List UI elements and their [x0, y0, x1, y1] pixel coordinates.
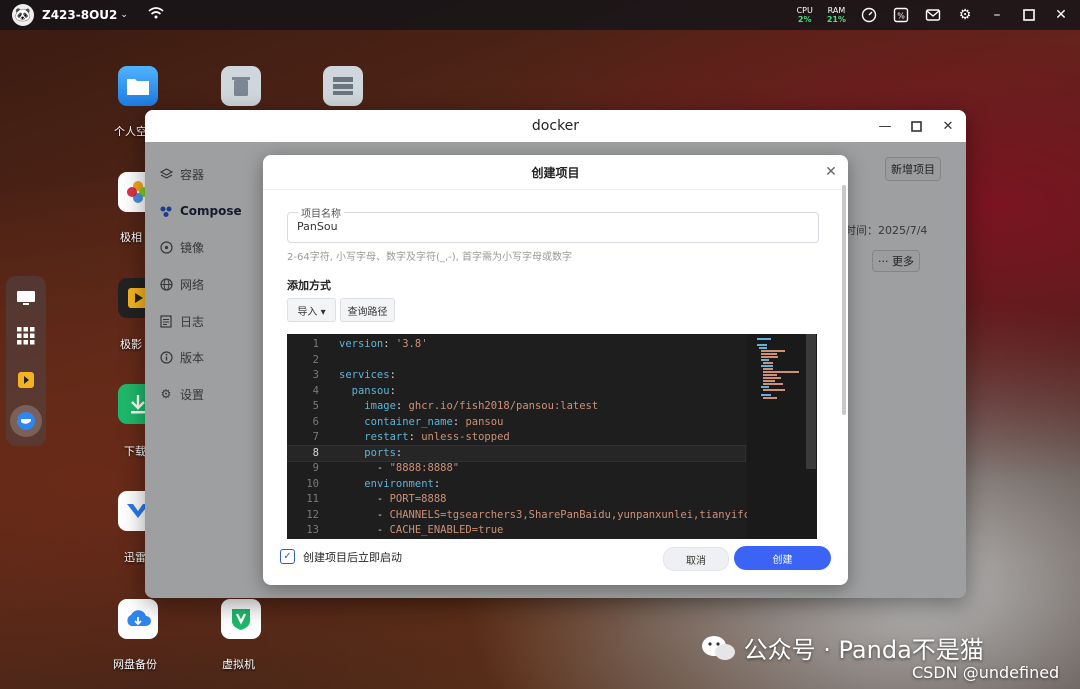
mail-icon[interactable] — [924, 6, 942, 24]
dashboard-icon[interactable] — [860, 6, 878, 24]
close-icon[interactable]: ✕ — [1052, 6, 1070, 24]
editor-line[interactable]: 1 version: '3.8' — [287, 337, 745, 353]
editor-line[interactable]: 4 pansou: — [287, 384, 745, 400]
cloud-backup-icon[interactable] — [118, 599, 158, 639]
code-text: - PORT=8888 — [339, 493, 447, 505]
docker-app-icon[interactable] — [10, 405, 42, 437]
editor-line[interactable]: 3 services: — [287, 368, 745, 384]
line-number: 4 — [312, 384, 319, 397]
folder-icon[interactable] — [118, 66, 158, 106]
code-text: - "8888:8888" — [339, 462, 460, 474]
add-method-label: 添加方式 — [287, 279, 331, 292]
csdn-watermark: CSDN @undefined — [912, 663, 1060, 682]
editor-line[interactable]: 5 image: ghcr.io/fish2018/pansou:latest — [287, 399, 745, 415]
editor-scrollbar[interactable] — [806, 334, 816, 469]
window-minimize-icon[interactable]: — — [873, 110, 897, 142]
line-number: 7 — [312, 431, 319, 443]
editor-line[interactable]: 6 container_name: pansou — [287, 415, 745, 431]
cpu-meter[interactable]: CPU 2% — [797, 6, 813, 24]
desktop-label: 极影 — [120, 338, 142, 351]
project-name-label: 项目名称 — [298, 205, 344, 220]
ram-meter[interactable]: RAM 21% — [827, 6, 846, 24]
project-name-input[interactable] — [295, 219, 809, 234]
editor-line[interactable]: 11 - PORT=8888 — [287, 492, 745, 508]
line-number: 11 — [306, 493, 319, 505]
code-text: container_name: pansou — [364, 415, 504, 428]
ram-label: RAM — [827, 6, 846, 15]
project-name-hint: 2-64字符, 小写字母、数字及字符(_,-), 首字需为小写字母或数字 — [287, 252, 572, 263]
dialog-title: 创建项目 — [263, 155, 848, 190]
wechat-watermark-text: 公众号 · Panda不是猫 — [743, 636, 984, 664]
desktop-label: 下载 — [124, 445, 146, 458]
editor-line[interactable]: 12 - CHANNELS=tgsearchers3,SharePanBaidu… — [287, 508, 750, 524]
code-text: image: ghcr.io/fish2018/pansou:latest — [364, 400, 599, 412]
line-number: 8 — [312, 446, 319, 459]
editor-line[interactable]: 7 restart: unless-stopped — [287, 430, 745, 446]
chevron-down-icon[interactable]: ⌄ — [120, 10, 128, 20]
window-maximize-icon[interactable] — [904, 110, 928, 142]
gear-icon[interactable]: ⚙ — [956, 6, 974, 24]
code-text: pansou: — [351, 384, 396, 397]
vm-icon[interactable] — [221, 599, 261, 639]
minimize-icon[interactable]: – — [988, 6, 1006, 24]
wechat-icon — [700, 634, 736, 668]
create-button[interactable]: 创建 — [734, 546, 831, 570]
line-number: 9 — [312, 462, 319, 474]
editor-line[interactable]: 13 - CACHE_ENABLED=true — [287, 523, 745, 539]
dock — [6, 276, 46, 446]
line-number: 3 — [312, 369, 319, 381]
code-text: ports: — [364, 446, 403, 459]
start-after-create-checkbox[interactable]: ✓ — [280, 549, 295, 564]
compose-code-editor[interactable]: 13 - CACHE_ENABLED=true 12 - CHANNELS=tgs… — [287, 334, 817, 539]
monitor-icon[interactable] — [14, 286, 38, 310]
editor-line[interactable]: 2 — [287, 353, 745, 369]
storage-icon[interactable] — [323, 66, 363, 106]
cancel-button[interactable]: 取消 — [663, 547, 729, 571]
desktop-label: 极相 — [120, 231, 142, 244]
editor-line[interactable]: 9 - "8888:8888" — [287, 461, 745, 477]
import-dropdown-button[interactable]: 导入 ▾ — [287, 298, 336, 322]
code-text: version: '3.8' — [339, 338, 428, 350]
system-logo-icon[interactable]: 🐼 — [12, 4, 34, 26]
line-number: 10 — [306, 477, 319, 490]
code-text: services: — [339, 369, 396, 381]
query-path-button[interactable]: 查询路径 — [340, 298, 395, 322]
line-number: 13 — [306, 524, 319, 536]
line-number: 12 — [306, 508, 319, 521]
wifi-icon[interactable] — [148, 6, 164, 24]
percent-icon[interactable]: % — [892, 6, 910, 24]
line-number: 6 — [312, 415, 319, 428]
dialog-scrollbar[interactable] — [842, 185, 846, 415]
close-icon[interactable]: ✕ — [822, 163, 840, 181]
line-number: 1 — [312, 338, 319, 350]
top-bar: 🐼 Z423-8OU2 ⌄ CPU 2% RAM 21% % ⚙ – ✕ — [0, 0, 1080, 30]
code-text: environment: — [364, 477, 441, 490]
line-number: 5 — [312, 400, 319, 412]
trash-icon[interactable] — [221, 66, 261, 106]
window-close-icon[interactable]: ✕ — [936, 110, 960, 142]
cpu-value: 2% — [797, 15, 812, 24]
svg-text:%: % — [897, 12, 905, 21]
start-after-create-label: 创建项目后立即启动 — [303, 551, 402, 564]
cpu-label: CPU — [796, 6, 813, 15]
window-title: docker — [145, 110, 966, 142]
code-text: - CHANNELS=tgsearchers3,SharePanBaidu,yu… — [339, 508, 750, 521]
line-number: 2 — [312, 353, 319, 366]
maximize-icon[interactable] — [1020, 6, 1038, 24]
ram-value: 21% — [826, 15, 846, 24]
code-text: - CACHE_ENABLED=true — [339, 524, 504, 536]
code-text: restart: unless-stopped — [364, 431, 510, 443]
apps-grid-icon[interactable] — [14, 324, 38, 348]
desktop-label: 个人空 — [114, 125, 147, 138]
editor-line[interactable]: 10 environment: — [287, 477, 745, 493]
desktop-label: 迅雷 — [124, 551, 146, 564]
editor-line[interactable]: 8 ports: — [287, 444, 746, 462]
desktop-label: 网盘备份 — [113, 658, 157, 671]
project-name-field: 项目名称 — [287, 205, 819, 243]
device-name[interactable]: Z423-8OU2 — [42, 8, 117, 22]
create-project-dialog: 创建项目 ✕ 项目名称 2-64字符, 小写字母、数字及字符(_,-), 首字需… — [263, 155, 848, 585]
desktop-label: 虚拟机 — [222, 658, 255, 671]
video-app-icon[interactable] — [14, 368, 38, 392]
